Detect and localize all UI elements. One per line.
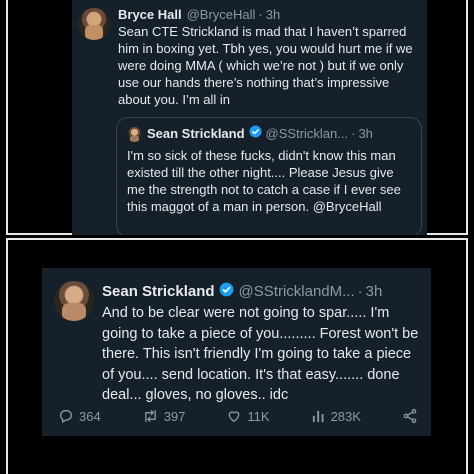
quoted-author-name: Sean Strickland — [147, 125, 245, 141]
repost-icon — [142, 408, 159, 424]
tweet-bryce-hall[interactable]: Bryce Hall @BryceHall · 3h Sean CTE Stri… — [72, 0, 427, 235]
reply-count: 364 — [79, 408, 101, 424]
like-count: 11K — [247, 408, 270, 424]
quoted-tweet[interactable]: Sean Strickland @SStricklan... · 3h I'm … — [116, 117, 422, 235]
verified-badge-icon — [219, 282, 234, 301]
views-bar-chart-icon — [311, 409, 326, 424]
reply-button[interactable]: 364 — [58, 408, 101, 424]
separator-dot: · — [357, 283, 363, 300]
like-button[interactable]: 11K — [226, 408, 270, 424]
verified-badge-icon — [249, 125, 262, 141]
share-button[interactable] — [402, 408, 418, 424]
reply-icon — [58, 408, 74, 424]
views-count: 283K — [330, 408, 361, 424]
repost-count: 397 — [163, 408, 186, 424]
avatar[interactable] — [78, 8, 110, 40]
tweet-text: And to be clear were not going to spar..… — [102, 305, 419, 404]
quoted-tweet-text: I'm so sick of these fucks, didn't know … — [127, 148, 401, 214]
quoted-avatar — [127, 127, 142, 142]
quoted-timestamp: 3h — [358, 125, 373, 141]
author-handle[interactable]: @BryceHall — [187, 7, 256, 22]
separator-dot: · — [351, 125, 356, 141]
share-icon — [402, 408, 418, 424]
separator-dot: · — [258, 7, 263, 22]
tweet-action-bar: 364 397 11K 283K — [58, 408, 418, 424]
repost-button[interactable]: 397 — [142, 408, 186, 424]
avatar[interactable] — [54, 281, 94, 321]
tweet-text: Sean CTE Strickland is mad that I haven’… — [118, 24, 413, 107]
views-button[interactable]: 283K — [311, 409, 361, 424]
heart-icon — [226, 408, 242, 424]
quoted-author-handle: @SStricklan... — [265, 125, 349, 141]
timestamp[interactable]: 3h — [366, 283, 383, 300]
timestamp[interactable]: 3h — [266, 7, 280, 22]
author-handle[interactable]: @SStricklandM... — [239, 283, 355, 300]
author-name[interactable]: Bryce Hall — [118, 7, 182, 22]
author-name[interactable]: Sean Strickland — [102, 283, 215, 300]
